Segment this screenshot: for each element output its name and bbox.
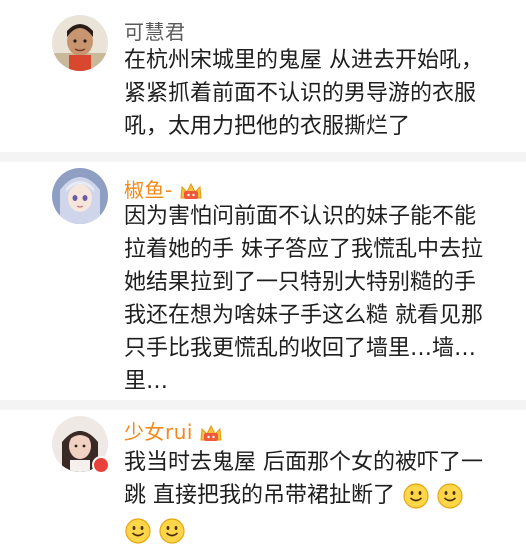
username[interactable]: 少女rui bbox=[124, 416, 223, 445]
smile-emoji-icon bbox=[403, 483, 429, 509]
comment-text: 因为害怕问前面不认识的妹子能不能 拉着她的手 妹子答应了我慌乱中去拉 她结果拉到… bbox=[124, 200, 504, 398]
comment-item: 可慧君 在杭州宋城里的鬼屋 从进去开始吼， 紧紧抓着前面不认识的男导游的衣服 吼… bbox=[0, 0, 526, 160]
comment-line: 跳 直接把我的吊带裙扯断了 bbox=[124, 483, 395, 508]
comment-line: 里… bbox=[124, 369, 169, 394]
comment-line: 因为害怕问前面不认识的妹子能不能 bbox=[124, 204, 477, 229]
smile-emoji-icon bbox=[437, 483, 463, 509]
verified-badge-icon bbox=[92, 456, 110, 474]
username[interactable]: 可慧君 bbox=[124, 16, 186, 45]
smile-emoji-icon bbox=[125, 518, 151, 544]
comment-item: 少女rui 我当时去鬼屋 后面那个女的被吓了一 跳 直接把我的吊带裙扯断了 bbox=[0, 410, 526, 560]
username-text[interactable]: 椒鱼- bbox=[124, 178, 173, 202]
comment-line: 只手比我更慌乱的收回了墙里…墙… bbox=[124, 336, 477, 361]
comment-line: 我还在想为啥妹子手这么糙 就看见那 bbox=[124, 303, 483, 328]
comment-line: 我当时去鬼屋 后面那个女的被吓了一 bbox=[124, 450, 483, 475]
comment-text: 在杭州宋城里的鬼屋 从进去开始吼， 紧紧抓着前面不认识的男导游的衣服 吼，太用力… bbox=[124, 44, 504, 143]
vip-crown-icon bbox=[200, 424, 222, 441]
avatar[interactable] bbox=[52, 168, 108, 224]
comment-line: 吼，太用力把他的衣服撕烂了 bbox=[124, 114, 411, 139]
comment-line: 拉着她的手 妹子答应了我慌乱中去拉 bbox=[124, 237, 483, 262]
username-text[interactable]: 少女rui bbox=[124, 420, 193, 444]
comment-item: 椒鱼- 因为害怕问前面不认识的妹子能不能 拉着她的手 妹子答应了我慌乱中去拉 她… bbox=[0, 162, 526, 400]
comment-line: 紧紧抓着前面不认识的男导游的衣服 bbox=[124, 81, 477, 106]
comment-line: 她结果拉到了一只特别大特别糙的手 bbox=[124, 270, 477, 295]
vip-crown-icon bbox=[180, 182, 202, 199]
username[interactable]: 椒鱼- bbox=[124, 174, 203, 203]
emoji-line bbox=[124, 514, 504, 547]
avatar[interactable] bbox=[52, 15, 108, 71]
divider bbox=[0, 400, 526, 410]
comment-text: 我当时去鬼屋 后面那个女的被吓了一 跳 直接把我的吊带裙扯断了 bbox=[124, 446, 504, 547]
smile-emoji-icon bbox=[159, 518, 185, 544]
comment-line-with-emoji: 跳 直接把我的吊带裙扯断了 bbox=[124, 479, 504, 512]
comment-line: 在杭州宋城里的鬼屋 从进去开始吼， bbox=[124, 48, 483, 73]
divider bbox=[0, 152, 526, 162]
